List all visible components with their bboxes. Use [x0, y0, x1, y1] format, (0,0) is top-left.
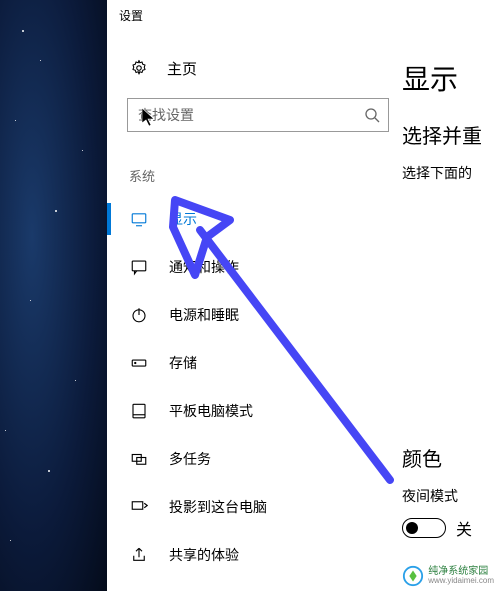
tablet-icon	[129, 401, 149, 421]
sidebar-item-label: 投影到这台电脑	[169, 497, 267, 517]
sidebar-item-multitasking[interactable]: 多任务	[107, 435, 402, 483]
project-icon	[129, 497, 149, 517]
search-icon	[364, 107, 380, 123]
sidebar-item-notifications[interactable]: 通知和操作	[107, 243, 402, 291]
sidebar-item-label: 存储	[169, 353, 197, 373]
content-subheading: 选择并重	[402, 120, 500, 149]
night-mode-label: 夜间模式	[402, 486, 500, 506]
window-title-bar: 设置	[107, 0, 500, 30]
storage-icon	[129, 353, 149, 373]
sidebar-item-tablet-mode[interactable]: 平板电脑模式	[107, 387, 402, 435]
sidebar-item-remote-desktop[interactable]: 远程桌面	[107, 579, 402, 591]
watermark-logo-icon	[402, 565, 424, 587]
gear-icon	[129, 58, 149, 78]
sidebar-item-home[interactable]: 主页	[107, 30, 402, 78]
cursor-icon	[142, 108, 158, 128]
search-box[interactable]	[127, 98, 389, 132]
power-icon	[129, 305, 149, 325]
sidebar-section-title: 系统	[129, 166, 402, 185]
sidebar-item-label: 通知和操作	[169, 257, 239, 277]
sidebar-item-shared-experiences[interactable]: 共享的体验	[107, 531, 402, 579]
sidebar-item-label: 共享的体验	[169, 545, 239, 565]
settings-window: 设置 主页	[107, 0, 500, 591]
monitor-icon	[129, 209, 149, 229]
window-title: 设置	[119, 7, 143, 24]
message-icon	[129, 257, 149, 277]
sidebar-item-storage[interactable]: 存储	[107, 339, 402, 387]
page-title: 显示	[402, 58, 500, 98]
multitask-icon	[129, 449, 149, 469]
content-pane: 显示 选择并重 选择下面的 颜色 夜间模式 关	[402, 30, 500, 591]
sidebar-item-label: 平板电脑模式	[169, 401, 253, 421]
sidebar-item-label: 显示	[169, 209, 197, 229]
sidebar-item-display[interactable]: 显示	[107, 195, 402, 243]
desktop-wallpaper	[0, 0, 107, 591]
night-mode-toggle[interactable]	[402, 518, 446, 538]
watermark-url: www.yidaimei.com	[428, 577, 494, 586]
sidebar-nav-list: 显示 通知和操作	[107, 195, 402, 591]
share-icon	[129, 545, 149, 565]
watermark: 纯净系统家园 www.yidaimei.com	[402, 565, 494, 587]
sidebar-item-label: 多任务	[169, 449, 211, 469]
settings-sidebar: 主页 系统	[107, 30, 402, 591]
search-input[interactable]	[138, 107, 364, 123]
sidebar-item-label: 电源和睡眠	[169, 305, 239, 325]
sidebar-item-label: 主页	[167, 58, 197, 79]
color-section-title: 颜色	[402, 443, 500, 472]
sidebar-item-power-sleep[interactable]: 电源和睡眠	[107, 291, 402, 339]
sidebar-item-projecting[interactable]: 投影到这台电脑	[107, 483, 402, 531]
content-desc: 选择下面的	[402, 163, 500, 183]
night-mode-state: 关	[456, 516, 472, 540]
